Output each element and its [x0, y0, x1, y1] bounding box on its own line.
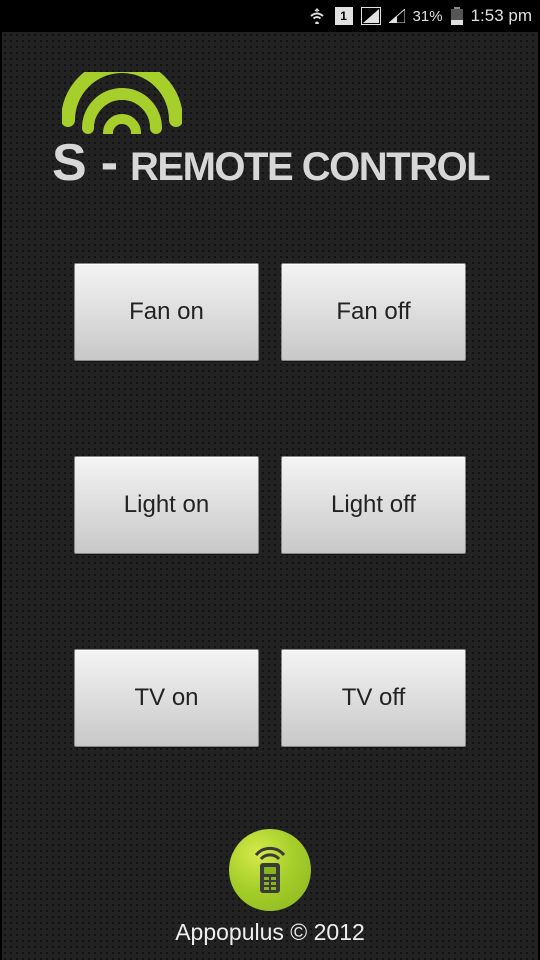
fan-off-button[interactable]: Fan off	[281, 263, 466, 361]
tv-off-button[interactable]: TV off	[281, 649, 466, 747]
wifi-logo-icon	[62, 72, 488, 139]
battery-percent: 31%	[413, 8, 443, 25]
logo-dash: -	[101, 133, 116, 193]
wifi-icon	[307, 8, 327, 24]
tv-on-button[interactable]: TV on	[74, 649, 259, 747]
app-surface: S - REMOTE CONTROL Fan on Fan off Light …	[0, 32, 540, 960]
battery-icon	[451, 7, 463, 25]
footer-credit: Appopulus © 2012	[175, 919, 365, 946]
signal-2-icon	[389, 9, 405, 23]
control-grid: Fan on Fan off Light on Light off TV on …	[2, 263, 538, 747]
fan-on-button[interactable]: Fan on	[74, 263, 259, 361]
logo-text: REMOTE CONTROL	[130, 145, 489, 190]
app-logo: S - REMOTE CONTROL	[2, 72, 538, 193]
clock: 1:53 pm	[471, 6, 532, 26]
light-off-button[interactable]: Light off	[281, 456, 466, 554]
sim-1-icon: 1	[335, 7, 353, 25]
app-remote-icon[interactable]	[229, 829, 311, 911]
signal-1-icon	[361, 7, 381, 25]
footer: Appopulus © 2012	[2, 829, 538, 960]
status-bar: 1 31% 1:53 pm	[0, 0, 540, 32]
light-on-button[interactable]: Light on	[74, 456, 259, 554]
logo-letter: S	[52, 133, 87, 193]
